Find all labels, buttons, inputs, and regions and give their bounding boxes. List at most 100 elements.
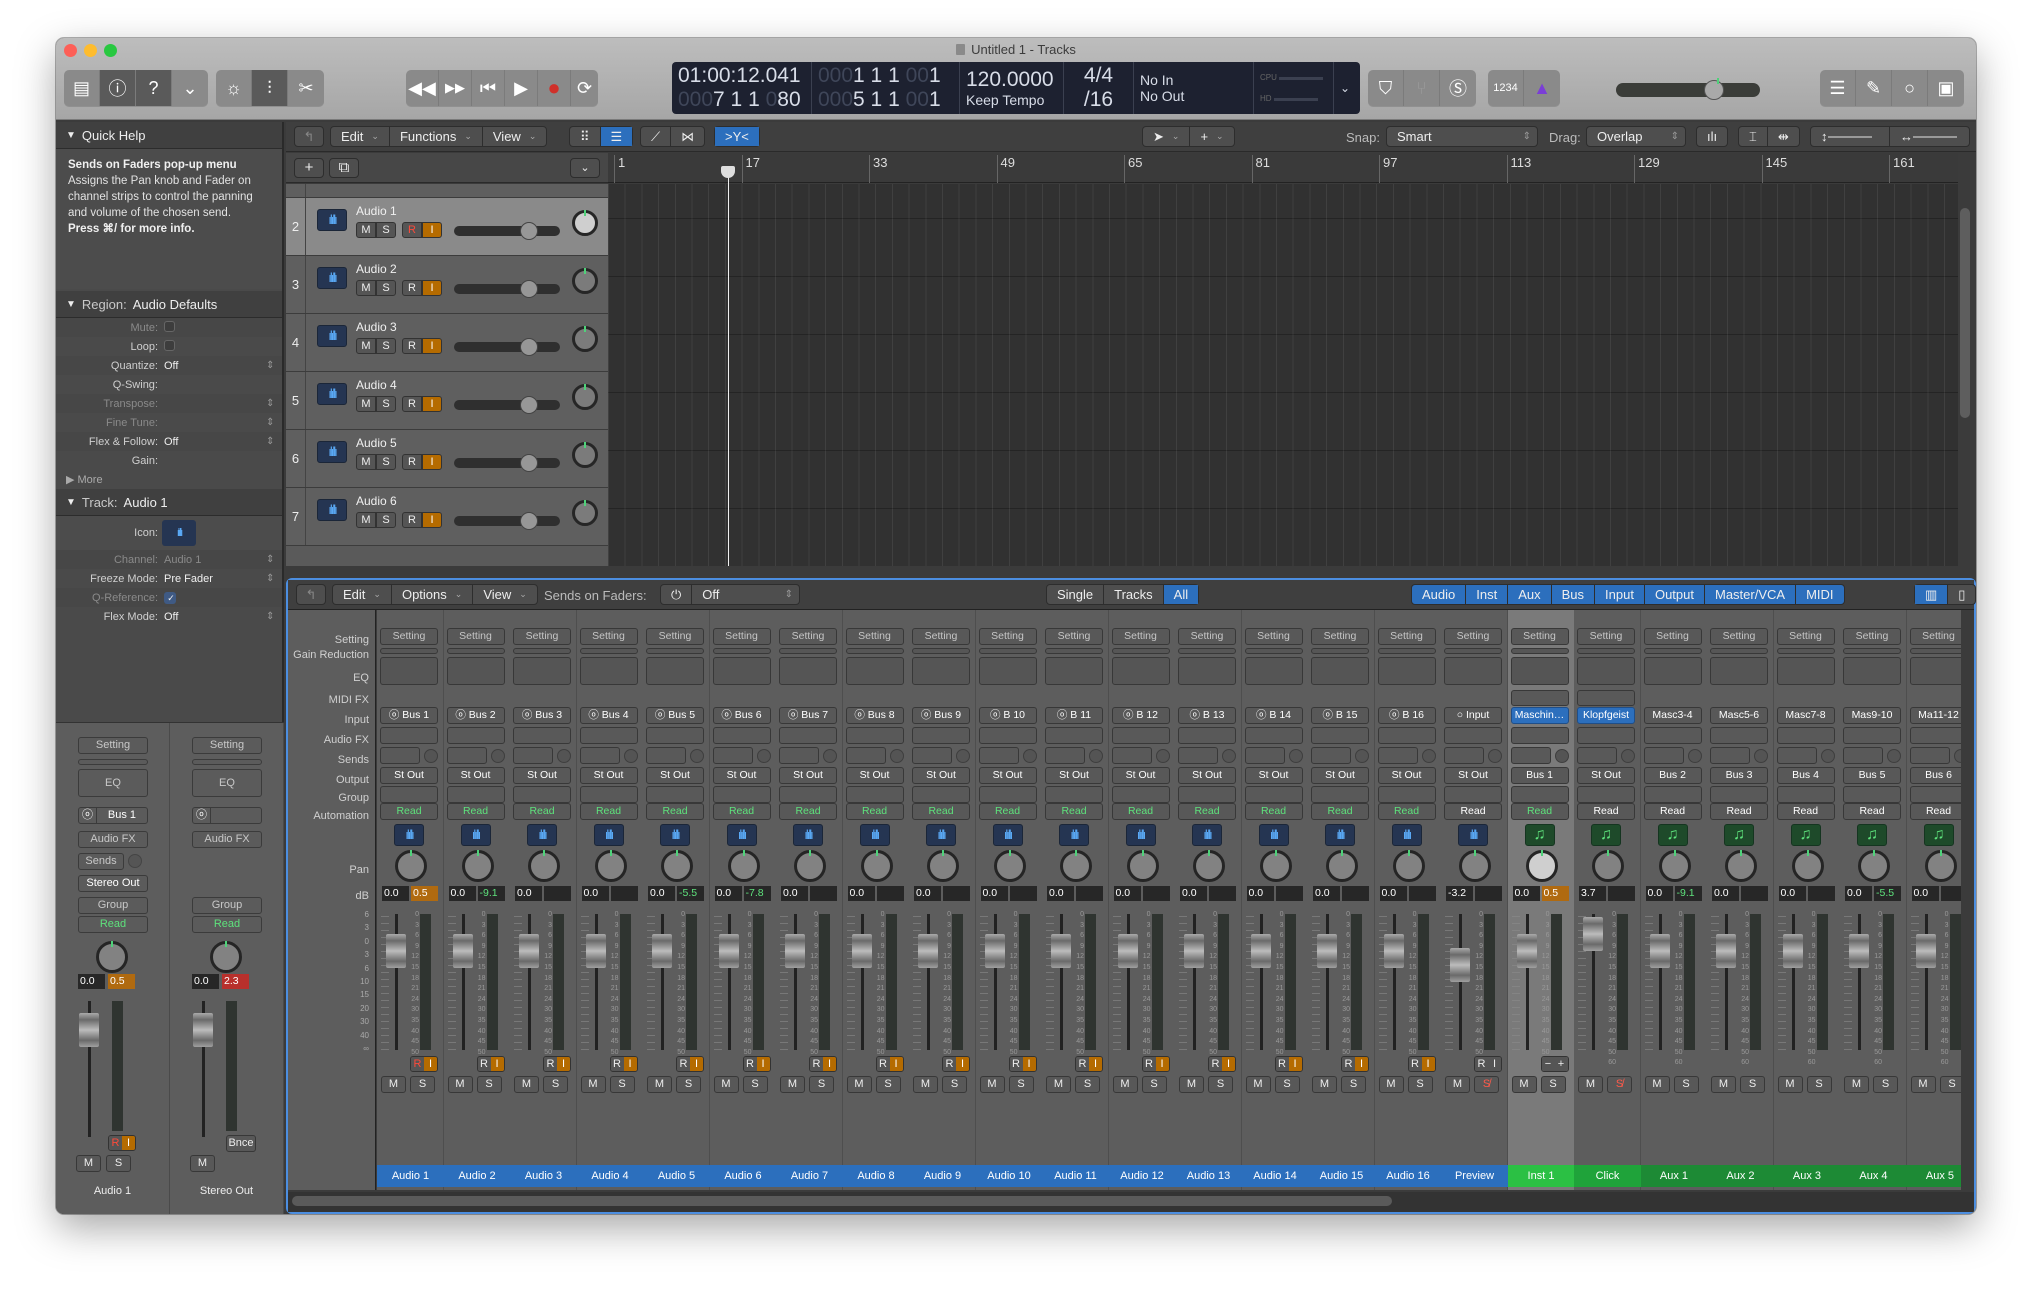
solo-button[interactable]: S [376, 280, 396, 296]
channel-name[interactable]: Preview [1441, 1165, 1508, 1187]
channel-strip[interactable]: Setting ⓞ Bus 8 St Out Read ılıllı 0.0 0 3 6 9 12 1… [842, 610, 910, 1190]
input-monitor-button[interactable]: I [1288, 1057, 1302, 1071]
record-enable-button[interactable]: R [402, 338, 422, 354]
volume-fader[interactable] [785, 933, 805, 968]
input-slot[interactable]: Maschin… [1510, 707, 1569, 724]
group-slot[interactable] [779, 786, 837, 803]
group-slot[interactable] [1577, 786, 1635, 803]
peak-readout[interactable]: 0.5 [108, 974, 135, 989]
input-slot[interactable]: ⓞ Bus 2 [446, 707, 505, 724]
group-slot[interactable] [646, 786, 704, 803]
channel-name[interactable]: Inst 1 [1507, 1165, 1575, 1187]
marquee-tool-icon[interactable]: + ⌄ [1190, 127, 1233, 146]
group-slot[interactable] [513, 786, 571, 803]
mute-button[interactable]: M [190, 1155, 215, 1172]
mute-button[interactable]: M [514, 1076, 539, 1093]
sends-slot[interactable] [1843, 747, 1883, 764]
group-slot[interactable] [1444, 786, 1502, 803]
channel-strip[interactable]: Setting Ma11-12 Bus 6 Read ♫ 0.0 0 3 6 9 12 15 18 21 2… [1906, 610, 1961, 1190]
group-slot[interactable] [1710, 786, 1768, 803]
channel-name[interactable]: Aux 2 [1707, 1165, 1774, 1187]
volume-fader[interactable] [1516, 933, 1537, 968]
mute-button[interactable]: M [447, 1076, 473, 1093]
group-slot[interactable] [380, 786, 438, 803]
mixer-scroll-thumb[interactable] [292, 1196, 1392, 1206]
pan-knob[interactable] [1193, 850, 1225, 882]
setting-button[interactable]: Setting [513, 628, 571, 645]
eq-slot[interactable] [1377, 657, 1436, 685]
pan-knob[interactable] [395, 850, 427, 882]
channel-name[interactable]: Audio 15 [1308, 1165, 1375, 1187]
record-enable-button[interactable]: R [876, 1057, 890, 1071]
count-in-button[interactable]: 1234 [1488, 70, 1524, 106]
send-level-knob[interactable] [1089, 749, 1103, 763]
view-menu[interactable]: View ⌄ [483, 127, 547, 146]
horizontal-fit-icon[interactable]: ⇹ [1768, 127, 1799, 146]
pan-knob[interactable] [993, 850, 1026, 882]
setting-button[interactable]: Setting [1377, 628, 1436, 645]
send-level-knob[interactable] [1355, 749, 1369, 763]
narrow-strips-icon[interactable]: ▯ [1948, 585, 1975, 604]
input-monitor-button[interactable]: I [490, 1057, 504, 1071]
volume-readout[interactable]: 0.0 [980, 886, 1008, 901]
snap-select[interactable]: Smart ⇕ [1386, 126, 1538, 147]
channel-strip[interactable]: Setting Masc5-6 Bus 3 Read ♫ 0.0 0 3 6 9 12 15 18 21 2… [1707, 610, 1774, 1190]
mute-button[interactable]: M [1511, 1076, 1537, 1093]
sends-on-faders-select[interactable]: ⏻ Off ⇕ [660, 584, 800, 605]
flex-icon[interactable]: ⋈ [671, 127, 704, 146]
mute-button[interactable]: M [381, 1076, 406, 1093]
peak-readout[interactable] [876, 886, 904, 901]
list-editors-icon[interactable]: ☰ [1820, 70, 1856, 106]
send-knob[interactable] [128, 854, 142, 868]
volume-fader[interactable] [984, 933, 1005, 968]
record-enable-button[interactable]: R [1076, 1057, 1089, 1071]
channel-name[interactable]: Audio 9 [909, 1165, 976, 1187]
audio-fx-slot[interactable] [1843, 727, 1901, 744]
volume-fader[interactable] [193, 1013, 213, 1047]
eq-slot[interactable] [1710, 657, 1768, 685]
volume-fader[interactable] [585, 933, 606, 968]
channel-name[interactable]: Aux 3 [1773, 1165, 1841, 1187]
view-mode-all[interactable]: All [1163, 585, 1199, 604]
eq-slot[interactable] [978, 657, 1037, 685]
group-slot[interactable] [1377, 786, 1436, 803]
volume-fader[interactable] [1250, 933, 1271, 968]
peak-readout[interactable] [810, 886, 837, 901]
mute-button[interactable]: M [1910, 1076, 1936, 1093]
track-header[interactable]: 4 ılıllı Audio 3 MSRI [286, 314, 608, 372]
channel-strip[interactable]: Setting ○ Input St Out Read ılıllı -3.2 0 3 6 9 12… [1441, 610, 1508, 1190]
inspector-icon[interactable]: ⓘ [100, 70, 136, 106]
send-level-knob[interactable] [1887, 749, 1901, 763]
volume-fader[interactable] [1051, 933, 1071, 968]
vertical-fit-icon[interactable]: ⌶ [1739, 127, 1768, 146]
channel-strip[interactable]: Setting ⓞ B 10 St Out Read ılıllı 0.0 0 3 6 9 12 15… [975, 610, 1043, 1190]
input-slot[interactable]: Masc3-4 [1643, 707, 1702, 724]
setting-button[interactable]: Setting [1843, 628, 1901, 645]
input-monitor-button[interactable]: I [1155, 1057, 1169, 1071]
volume-fader[interactable] [851, 933, 872, 968]
setting-button[interactable]: Setting [912, 628, 970, 645]
record-enable-button[interactable]: R [402, 512, 422, 528]
send-level-knob[interactable] [424, 749, 438, 763]
automation-mode[interactable]: Read [1244, 803, 1303, 820]
mute-button[interactable]: M [356, 454, 376, 470]
record-enable-button[interactable]: R [1342, 1057, 1355, 1071]
eq-slot[interactable] [446, 657, 505, 685]
channel-name[interactable]: Aux 5 [1906, 1165, 1961, 1187]
audio-fx-slot[interactable] [1111, 727, 1170, 744]
mute-button[interactable]: M [1245, 1076, 1271, 1093]
audio-fx-slot[interactable] [1045, 727, 1103, 744]
mixer-catch-button[interactable]: ↰ [296, 584, 326, 605]
mixer-view-menu[interactable]: View ⌄ [473, 585, 537, 604]
filter-audio[interactable]: Audio [1412, 585, 1467, 604]
solo-icon[interactable]: Ⓢ [1440, 70, 1476, 106]
pan-knob[interactable] [1259, 850, 1292, 882]
volume-readout[interactable]: 0.0 [1845, 886, 1872, 901]
input-slot[interactable]: ⓞ B 13 [1178, 707, 1236, 724]
output-slot[interactable]: Bus 1 [1510, 767, 1569, 784]
pan-knob[interactable] [1459, 850, 1491, 882]
record-enable-button[interactable]: R [109, 1136, 122, 1150]
go-to-start-icon[interactable]: ⏮ [472, 70, 505, 106]
audio-fx-slot[interactable] [1311, 727, 1369, 744]
record-icon[interactable]: ● [538, 70, 571, 106]
